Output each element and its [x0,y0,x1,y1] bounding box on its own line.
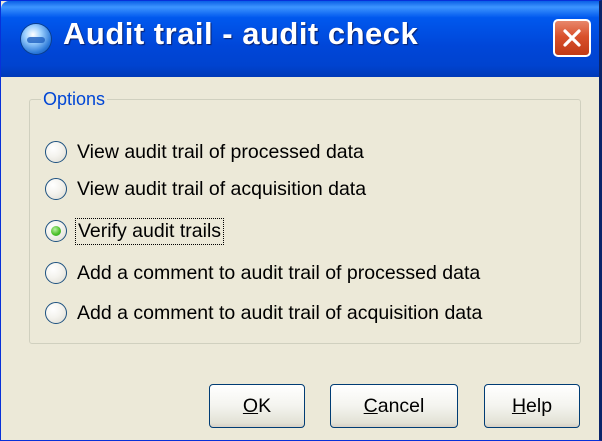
option-verify-audit-trails[interactable]: Verify audit trails [45,217,225,245]
help-label-rest: elp [526,394,553,417]
cancel-mnemonic: C [363,394,378,417]
ok-label-rest: K [258,394,272,417]
dialog-title: Audit trail - audit check [63,16,419,51]
radio-view-processed[interactable] [45,141,67,163]
option-comment-acquisition[interactable]: Add a comment to audit trail of acquisit… [45,299,482,327]
radio-verify-audit-trails[interactable] [45,220,67,242]
option-label: Add a comment to audit trail of acquisit… [77,301,483,324]
help-button[interactable]: Help [484,384,580,428]
option-view-processed[interactable]: View audit trail of processed data [45,138,364,166]
cancel-label-rest: ancel [377,394,425,417]
options-legend: Options [41,87,108,111]
option-label: View audit trail of processed data [77,140,364,163]
radio-comment-acquisition[interactable] [45,302,67,324]
option-comment-processed[interactable]: Add a comment to audit trail of processe… [45,259,480,287]
title-bar[interactable]: Audit trail - audit check [1,1,599,77]
option-label: Verify audit trails [74,217,225,245]
option-label: View audit trail of acquisition data [77,177,367,200]
radio-comment-processed[interactable] [45,262,67,284]
option-view-acquisition[interactable]: View audit trail of acquisition data [45,175,366,203]
close-button[interactable] [553,19,591,57]
audit-check-dialog: Audit trail - audit check Options View a… [0,0,602,441]
radio-view-acquisition[interactable] [45,178,67,200]
option-label: Add a comment to audit trail of processe… [77,261,481,284]
help-mnemonic: H [511,394,527,417]
ok-mnemonic: O [242,394,259,417]
cancel-button[interactable]: Cancel [330,384,458,428]
close-x-icon [563,29,581,47]
ok-button[interactable]: OK [209,384,305,428]
app-globe-icon [21,24,51,54]
